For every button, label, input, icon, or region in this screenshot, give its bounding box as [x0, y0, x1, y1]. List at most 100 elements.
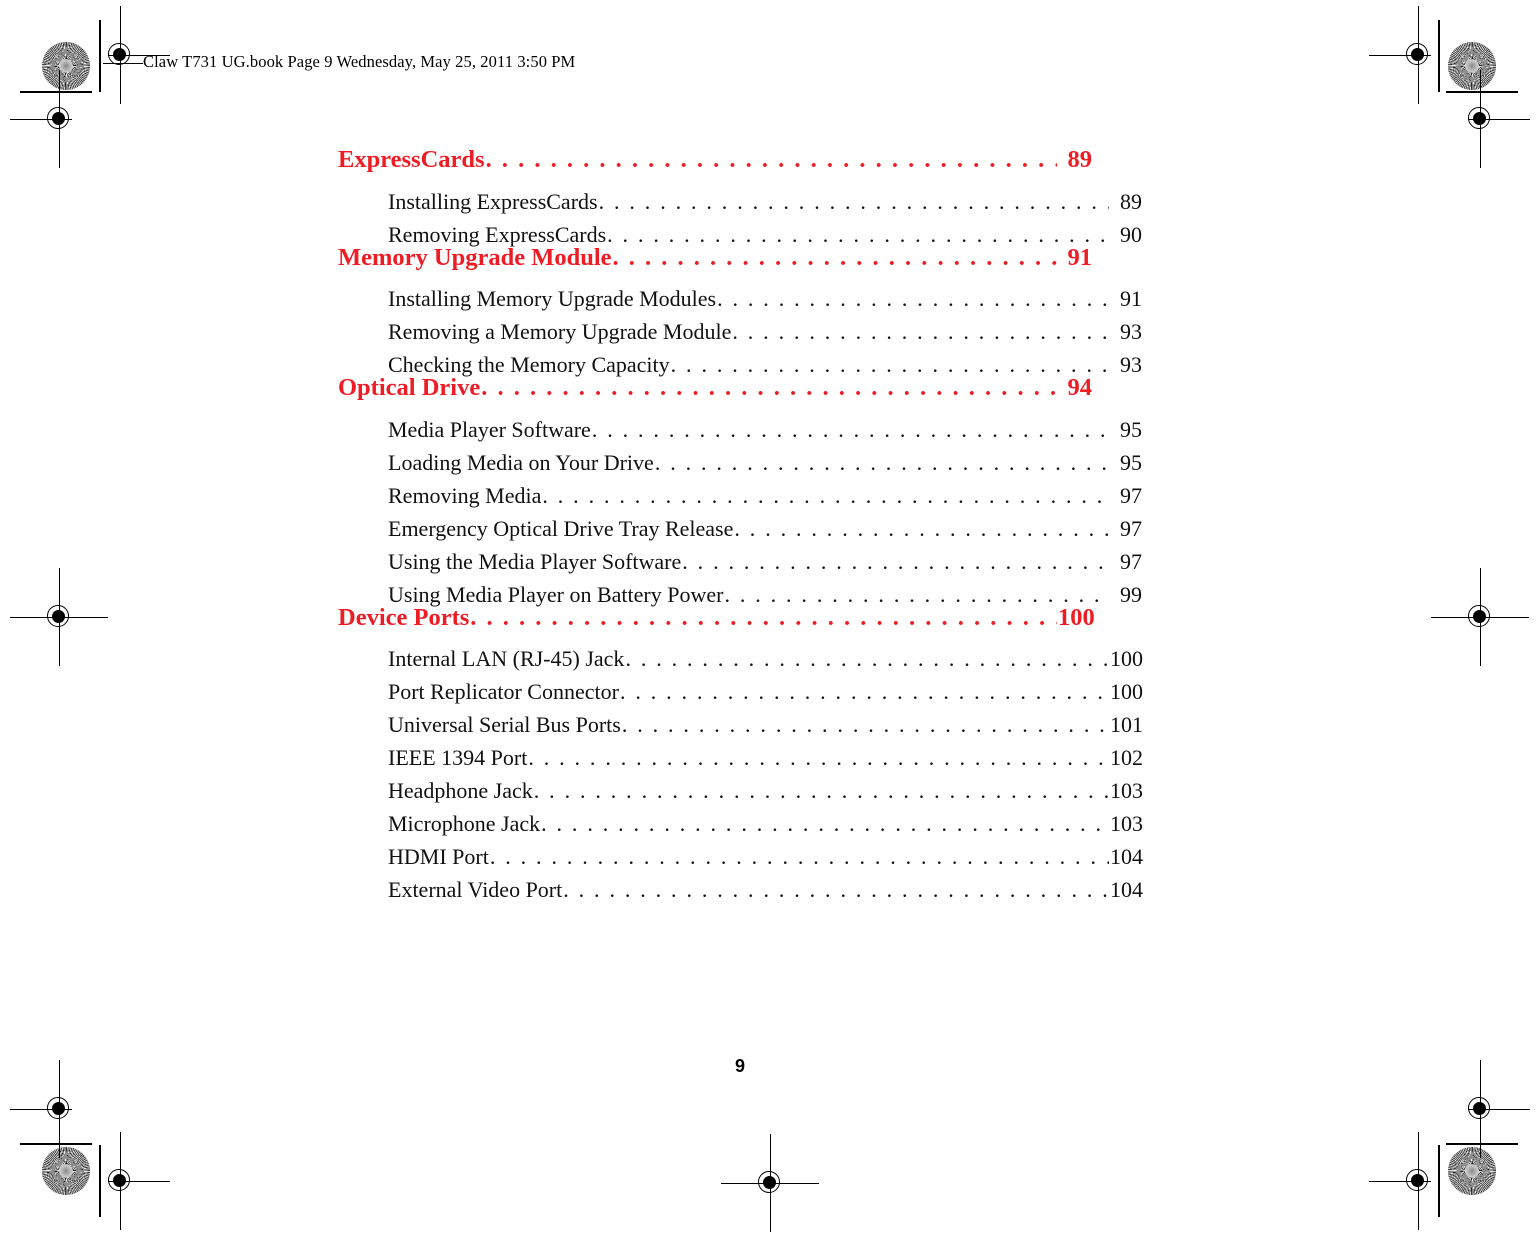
toc-entry-title: Using Media Player on Battery Power [388, 581, 724, 607]
toc-entry[interactable]: Removing a Memory Upgrade Module . . . .… [388, 321, 1142, 343]
toc-entry-title: Using the Media Player Software [388, 548, 682, 574]
leader-dots: . . . . . . . . . . . . . . . . . . . . … [682, 550, 1109, 573]
trim-line [99, 20, 101, 92]
trim-line [1446, 91, 1518, 93]
color-rosette-icon [42, 1147, 90, 1195]
toc-entry-page: 103 [1110, 778, 1143, 803]
color-rosette-icon [42, 42, 90, 90]
toc-entry-page: 97 [1120, 548, 1142, 574]
toc-entry[interactable]: Internal LAN (RJ-45) Jack . . . . . . . … [388, 646, 1143, 671]
toc-section-title: Memory Upgrade Module [338, 243, 612, 271]
leader-dots: . . . . . . . . . . . . . . . . . . . . … [654, 451, 1109, 474]
registration-target-icon [1369, 6, 1441, 104]
toc-entry-page: 95 [1120, 416, 1142, 442]
toc-section-heading[interactable]: Memory Upgrade Module . . . . . . . . . … [338, 243, 1092, 271]
toc-entry-title: Removing ExpressCards [388, 221, 607, 247]
toc-entry[interactable]: Installing ExpressCards . . . . . . . . … [388, 190, 1142, 213]
toc-section-page: 100 [1058, 603, 1095, 631]
toc-entry[interactable]: Media Player Software . . . . . . . . . … [388, 416, 1142, 442]
toc-section-title: Device Ports [338, 603, 470, 631]
toc-section-title: ExpressCards [338, 146, 485, 173]
leader-dots: . . . . . . . . . . . . . . . . . . . . … [533, 780, 1109, 802]
leader-dots: . . . . . . . . . . . . . . . . . . . . … [591, 418, 1109, 441]
toc-entry-page: 101 [1110, 712, 1143, 737]
toc-section-heading[interactable]: Optical Drive . . . . . . . . . . . . . … [338, 374, 1093, 401]
toc-entry[interactable]: Port Replicator Connector . . . . . . . … [388, 679, 1143, 704]
leader-dots: . . . . . . . . . . . . . . . . . . . . … [607, 223, 1109, 246]
toc-entry-page: 93 [1120, 319, 1142, 344]
page-number: 9 [735, 1056, 746, 1076]
leader-dots: . . . . . . . . . . . . . . . . . . . . … [489, 846, 1109, 868]
toc-entry[interactable]: Using Media Player on Battery Power . . … [388, 581, 1142, 607]
toc-entry-page: 97 [1120, 515, 1142, 541]
toc-entry-page: 100 [1110, 646, 1143, 671]
toc-entry-page: 90 [1120, 221, 1142, 247]
toc-entry-title: Removing Media [388, 482, 542, 508]
leader-dots: . . . . . . . . . . . . . . . . . . . . … [619, 681, 1109, 703]
registration-target-icon [1431, 568, 1529, 666]
toc-section-heading[interactable]: Device Ports . . . . . . . . . . . . . .… [338, 603, 1095, 631]
leader-dots: . . . . . . . . . . . . . . . . . . . . … [528, 747, 1109, 769]
toc-entry-page: 103 [1110, 811, 1143, 836]
toc-entry[interactable]: Loading Media on Your Drive . . . . . . … [388, 449, 1142, 475]
toc-entry-title: Microphone Jack [388, 811, 541, 836]
toc-entry-page: 104 [1110, 844, 1143, 869]
color-rosette-icon [1448, 1147, 1496, 1195]
toc-entry-title: Loading Media on Your Drive [388, 449, 654, 475]
leader-dots: . . . . . . . . . . . . . . . . . . . . … [670, 354, 1109, 376]
toc-entry[interactable]: Installing Memory Upgrade Modules . . . … [388, 288, 1142, 310]
toc-entry-title: Removing a Memory Upgrade Module [388, 319, 732, 344]
leader-dots: . . . . . . . . . . . . . . . . . . . . … [732, 321, 1109, 343]
toc-entry[interactable]: HDMI Port . . . . . . . . . . . . . . . … [388, 844, 1143, 869]
leader-dots: . . . . . . . . . . . . . . . . . . . . … [724, 583, 1109, 606]
leader-dots: . . . . . . . . . . . . . . . . . . . . … [625, 648, 1109, 670]
toc-entry[interactable]: Checking the Memory Capacity . . . . . .… [388, 354, 1142, 376]
leader-dots: . . . . . . . . . . . . . . . . . . . . … [470, 605, 1057, 630]
running-header: Claw T731 UG.book Page 9 Wednesday, May … [103, 52, 575, 72]
toc-entry-page: 104 [1110, 877, 1143, 902]
toc-entry[interactable]: Universal Serial Bus Ports . . . . . . .… [388, 712, 1143, 737]
toc-entry[interactable]: Microphone Jack . . . . . . . . . . . . … [388, 811, 1143, 836]
leader-dots: . . . . . . . . . . . . . . . . . . . . … [621, 714, 1109, 736]
toc-entry-title: Universal Serial Bus Ports [388, 712, 621, 737]
toc-section-heading[interactable]: ExpressCards . . . . . . . . . . . . . .… [338, 146, 1093, 173]
toc-section: Device Ports . . . . . . . . . . . . . .… [338, 603, 1143, 902]
toc-entry-page: 91 [1120, 286, 1142, 311]
toc-section-page: 94 [1067, 374, 1093, 401]
toc-entry[interactable]: Removing Media . . . . . . . . . . . . .… [388, 482, 1142, 508]
table-of-contents: ExpressCards . . . . . . . . . . . . . .… [338, 146, 1143, 902]
registration-target-icon [721, 1134, 819, 1232]
trim-line [1438, 1145, 1440, 1217]
toc-entry[interactable]: Removing ExpressCards . . . . . . . . . … [388, 221, 1142, 247]
leader-dots: . . . . . . . . . . . . . . . . . . . . … [481, 376, 1057, 401]
color-rosette-icon [1448, 42, 1496, 90]
leader-dots: . . . . . . . . . . . . . . . . . . . . … [717, 288, 1109, 310]
trim-line [20, 1143, 92, 1145]
registration-target-icon [10, 1060, 82, 1158]
leader-dots: . . . . . . . . . . . . . . . . . . . . … [734, 517, 1109, 540]
trim-line [99, 1145, 101, 1217]
toc-entry-page: 102 [1110, 745, 1143, 770]
trim-line [20, 91, 92, 93]
toc-entry[interactable]: Emergency Optical Drive Tray Release . .… [388, 515, 1142, 541]
toc-entry[interactable]: Using the Media Player Software . . . . … [388, 548, 1142, 574]
toc-entry-title: Installing Memory Upgrade Modules [388, 286, 717, 311]
toc-section-page: 89 [1067, 146, 1093, 173]
trim-line [1446, 1143, 1518, 1145]
registration-target-icon [1457, 1060, 1530, 1158]
toc-entry-page: 99 [1120, 581, 1142, 607]
toc-entry-title: Port Replicator Connector [388, 679, 619, 704]
toc-entry-title: External Video Port [388, 877, 563, 902]
toc-entry[interactable]: Headphone Jack . . . . . . . . . . . . .… [388, 778, 1143, 803]
toc-section-title: Optical Drive [338, 374, 481, 401]
leader-dots: . . . . . . . . . . . . . . . . . . . . … [598, 190, 1109, 213]
registration-target-icon [1457, 70, 1530, 168]
toc-entry[interactable]: IEEE 1394 Port . . . . . . . . . . . . .… [388, 745, 1143, 770]
toc-entry[interactable]: External Video Port . . . . . . . . . . … [388, 877, 1143, 902]
leader-dots: . . . . . . . . . . . . . . . . . . . . … [563, 879, 1109, 901]
toc-entry-title: Checking the Memory Capacity [388, 352, 670, 377]
toc-entry-title: HDMI Port [388, 844, 489, 869]
toc-entry-title: Media Player Software [388, 416, 591, 442]
registration-target-icon [97, 6, 170, 104]
trim-line [1438, 20, 1440, 92]
